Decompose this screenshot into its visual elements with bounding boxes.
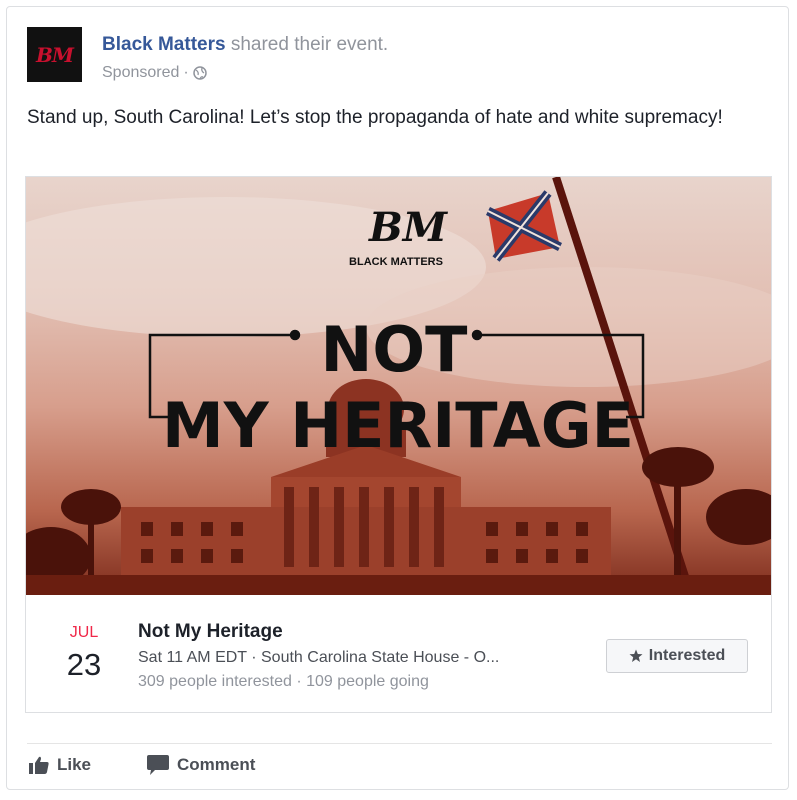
flag-icon [485,190,563,262]
post-header: Black Matters shared their event. [102,34,388,56]
thumbs-up-icon [29,756,49,774]
action-bar-divider [27,743,772,744]
event-attachment[interactable]: BM BLACK MATTERS NOT MY HERITAGE JUL 23 … [25,176,772,713]
event-time-location: Sat 11 AM EDT · South Carolina State Hou… [138,649,500,666]
separator-dot: · [183,64,189,81]
cover-illustration: BM BLACK MATTERS NOT MY HERITAGE [26,177,771,595]
banner-logo-text: BLACK MATTERS [349,256,443,268]
post-card: BM Black Matters shared their event. Spo… [6,6,789,790]
headline-top: NOT [321,313,468,386]
banner-logo-mark: BM [368,204,449,251]
event-title-link[interactable]: Not My Heritage [138,621,283,643]
comment-icon [147,755,169,775]
comment-button[interactable]: Comment [147,755,255,775]
interested-label: Interested [648,647,726,664]
comment-label: Comment [177,755,256,774]
event-details-panel: JUL 23 Not My Heritage Sat 11 AM EDT · S… [26,595,771,712]
interested-button[interactable]: Interested [606,639,748,673]
page-avatar[interactable]: BM [27,27,82,82]
page-name-link[interactable]: Black Matters [102,34,226,55]
event-month: JUL [69,624,99,641]
event-attendance-stats: 309 people interested · 109 people going [138,673,429,690]
event-cover-image[interactable]: BM BLACK MATTERS NOT MY HERITAGE [26,177,771,595]
globe-icon[interactable] [192,66,207,80]
avatar-logo-text: BM [35,42,74,67]
post-message: Stand up, South Carolina! Let’s stop the… [27,107,723,128]
post-subheader: Sponsored · [102,64,207,82]
sponsored-label[interactable]: Sponsored [102,64,179,82]
event-day: 23 [66,647,102,682]
like-label: Like [57,755,92,774]
like-button[interactable]: Like [29,755,91,775]
post-action-text: shared their event. [230,34,389,55]
star-icon [629,649,643,662]
headline-bottom: MY HERITAGE [162,389,634,462]
